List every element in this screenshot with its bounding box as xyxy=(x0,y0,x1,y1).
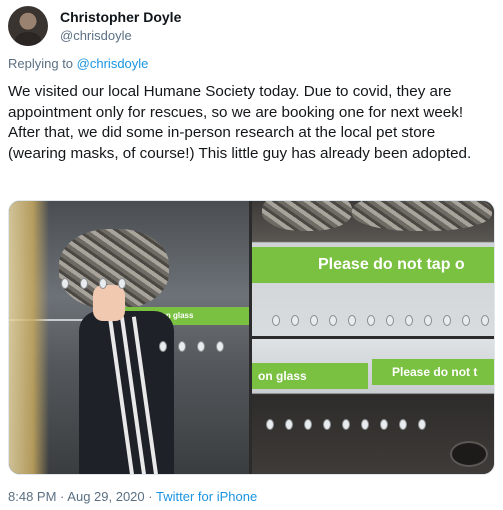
photo-2-sign: Please do not tap o xyxy=(252,247,494,283)
cat-image xyxy=(262,201,352,231)
photo-3-sign-left: on glass xyxy=(252,363,368,389)
tweet-text: We visited our local Humane Society toda… xyxy=(8,83,472,162)
separator: · xyxy=(148,489,153,504)
cat-image xyxy=(352,201,492,231)
photo-3[interactable]: on glass Please do not t xyxy=(252,339,494,474)
replying-to-link[interactable]: @chrisdoyle xyxy=(77,56,149,71)
photo-1[interactable]: o not tap on glass xyxy=(9,201,249,474)
photo-3-sign-right: Please do not t xyxy=(372,359,494,385)
tweet-time[interactable]: 8:48 PM xyxy=(8,489,56,504)
author-name[interactable]: Christopher Doyle xyxy=(60,9,181,25)
tweet-source-link[interactable]: Twitter for iPhone xyxy=(156,489,257,504)
tweet-footer: 8:48 PM · Aug 29, 2020 · Twitter for iPh… xyxy=(8,489,257,504)
replying-to: Replying to @chrisdoyle xyxy=(8,56,148,71)
avatar[interactable] xyxy=(8,6,48,46)
photo-2[interactable]: Please do not tap o xyxy=(252,201,494,336)
media-grid: o not tap on glass Please do not tap o o… xyxy=(8,200,495,475)
tweet-date[interactable]: Aug 29, 2020 xyxy=(67,489,144,504)
replying-to-label: Replying to xyxy=(8,56,74,71)
separator: · xyxy=(60,489,65,504)
author-handle[interactable]: @chrisdoyle xyxy=(60,28,132,43)
